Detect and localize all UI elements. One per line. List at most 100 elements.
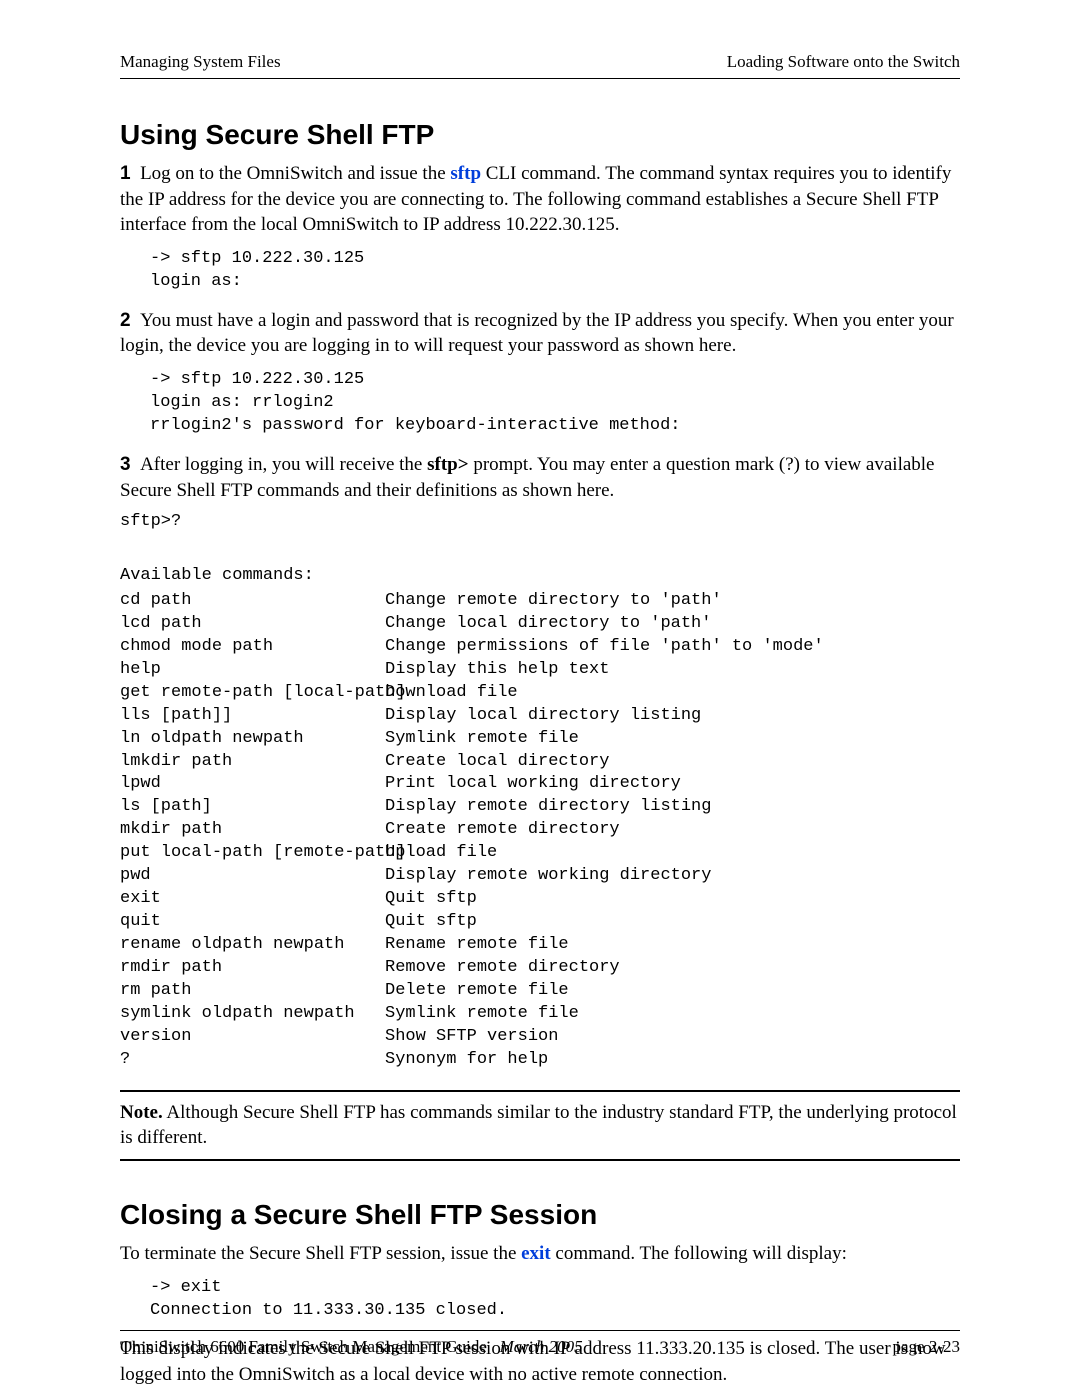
note-text: Although Secure Shell FTP has commands s… — [120, 1102, 957, 1149]
command-row: rmdir pathRemove remote directory — [120, 957, 960, 980]
note-label: Note. — [120, 1102, 163, 1123]
footer-date: March 2005 — [500, 1337, 583, 1356]
exit-link[interactable]: exit — [521, 1243, 551, 1264]
command-name: exit — [120, 888, 385, 911]
header-right: Loading Software onto the Switch — [727, 52, 960, 72]
command-name: rm path — [120, 980, 385, 1003]
page: Managing System Files Loading Software o… — [0, 0, 1080, 1397]
command-name: version — [120, 1026, 385, 1049]
code-block-1: -> sftp 10.222.30.125 login as: — [150, 248, 960, 294]
command-description: Delete remote file — [385, 980, 569, 1003]
command-name: get remote-path [local-path] — [120, 682, 385, 705]
command-row: put local-path [remote-path]Upload file — [120, 842, 960, 865]
command-row: get remote-path [local-path]Download fil… — [120, 682, 960, 705]
command-description: Show SFTP version — [385, 1026, 558, 1049]
command-description: Quit sftp — [385, 911, 477, 934]
running-header: Managing System Files Loading Software o… — [120, 52, 960, 79]
footer-left: OmniSwitch 6600 Family Switch Management… — [120, 1337, 583, 1357]
code-block-3-header: sftp>? — [120, 511, 960, 534]
command-name: pwd — [120, 865, 385, 888]
command-description: Print local working directory — [385, 773, 681, 796]
command-description: Create local directory — [385, 751, 609, 774]
step-1-text-a: Log on to the OmniSwitch and issue the — [140, 163, 450, 184]
command-row: quitQuit sftp — [120, 911, 960, 934]
command-row: versionShow SFTP version — [120, 1026, 960, 1049]
command-row: ls [path]Display remote directory listin… — [120, 796, 960, 819]
command-row: exitQuit sftp — [120, 888, 960, 911]
command-description: Upload file — [385, 842, 497, 865]
command-row: lls [path]]Display local directory listi… — [120, 705, 960, 728]
code-block-exit: -> exit Connection to 11.333.30.135 clos… — [150, 1277, 960, 1323]
code-block-3-blank — [120, 538, 960, 561]
command-name: cd path — [120, 590, 385, 613]
command-description: Display this help text — [385, 659, 609, 682]
command-row: cd pathChange remote directory to 'path' — [120, 590, 960, 613]
step-3-number: 3 — [120, 454, 131, 475]
sftp-prompt-bold: sftp> — [427, 454, 468, 475]
command-name: ln oldpath newpath — [120, 728, 385, 751]
command-row: symlink oldpath newpathSymlink remote fi… — [120, 1003, 960, 1026]
code-block-3-available: Available commands: — [120, 565, 960, 588]
command-name: put local-path [remote-path] — [120, 842, 385, 865]
closing-p1-a: To terminate the Secure Shell FTP sessio… — [120, 1243, 521, 1264]
command-row: ln oldpath newpathSymlink remote file — [120, 728, 960, 751]
command-row: chmod mode pathChange permissions of fil… — [120, 636, 960, 659]
command-row: helpDisplay this help text — [120, 659, 960, 682]
command-description: Create remote directory — [385, 819, 620, 842]
command-row: lcd pathChange local directory to 'path' — [120, 613, 960, 636]
command-name: mkdir path — [120, 819, 385, 842]
command-name: ? — [120, 1049, 385, 1072]
command-name: ls [path] — [120, 796, 385, 819]
section-title-closing-sftp: Closing a Secure Shell FTP Session — [120, 1199, 960, 1231]
command-name: rmdir path — [120, 957, 385, 980]
note-block: Note. Although Secure Shell FTP has comm… — [120, 1090, 960, 1161]
command-name: rename oldpath newpath — [120, 934, 385, 957]
page-footer: OmniSwitch 6600 Family Switch Management… — [120, 1330, 960, 1357]
step-3-text-a: After logging in, you will receive the — [140, 454, 427, 475]
command-name: symlink oldpath newpath — [120, 1003, 385, 1026]
closing-p1-b: command. The following will display: — [551, 1243, 847, 1264]
command-description: Display remote working directory — [385, 865, 711, 888]
command-description: Change local directory to 'path' — [385, 613, 711, 636]
command-row: pwdDisplay remote working directory — [120, 865, 960, 888]
command-name: lpwd — [120, 773, 385, 796]
command-description: Quit sftp — [385, 888, 477, 911]
step-2-paragraph: 2 You must have a login and password tha… — [120, 308, 960, 359]
command-description: Remove remote directory — [385, 957, 620, 980]
command-description: Change remote directory to 'path' — [385, 590, 722, 613]
command-description: Display remote directory listing — [385, 796, 711, 819]
closing-paragraph-1: To terminate the Secure Shell FTP sessio… — [120, 1241, 960, 1267]
command-row: lpwdPrint local working directory — [120, 773, 960, 796]
command-name: lcd path — [120, 613, 385, 636]
code-block-2: -> sftp 10.222.30.125 login as: rrlogin2… — [150, 369, 960, 438]
section-title-using-sftp: Using Secure Shell FTP — [120, 119, 960, 151]
sftp-commands-table: cd pathChange remote directory to 'path'… — [120, 590, 960, 1072]
command-name: lls [path]] — [120, 705, 385, 728]
command-row: mkdir pathCreate remote directory — [120, 819, 960, 842]
command-description: Download file — [385, 682, 518, 705]
footer-page-number: page 2-23 — [892, 1337, 960, 1357]
sftp-link[interactable]: sftp — [450, 163, 481, 184]
command-row: lmkdir pathCreate local directory — [120, 751, 960, 774]
command-description: Display local directory listing — [385, 705, 701, 728]
command-row: rm pathDelete remote file — [120, 980, 960, 1003]
command-row: ?Synonym for help — [120, 1049, 960, 1072]
command-row: rename oldpath newpathRename remote file — [120, 934, 960, 957]
command-description: Symlink remote file — [385, 1003, 579, 1026]
step-2-number: 2 — [120, 310, 131, 331]
footer-guide: OmniSwitch 6600 Family Switch Management… — [120, 1337, 487, 1356]
command-name: lmkdir path — [120, 751, 385, 774]
note-paragraph: Note. Although Secure Shell FTP has comm… — [120, 1100, 960, 1151]
command-name: quit — [120, 911, 385, 934]
step-1-paragraph: 1 Log on to the OmniSwitch and issue the… — [120, 161, 960, 238]
command-name: chmod mode path — [120, 636, 385, 659]
command-description: Change permissions of file 'path' to 'mo… — [385, 636, 824, 659]
command-description: Symlink remote file — [385, 728, 579, 751]
command-name: help — [120, 659, 385, 682]
step-1-number: 1 — [120, 163, 131, 184]
command-description: Synonym for help — [385, 1049, 548, 1072]
header-left: Managing System Files — [120, 52, 281, 72]
step-3-paragraph: 3 After logging in, you will receive the… — [120, 452, 960, 503]
step-2-text: You must have a login and password that … — [120, 310, 954, 357]
command-description: Rename remote file — [385, 934, 569, 957]
